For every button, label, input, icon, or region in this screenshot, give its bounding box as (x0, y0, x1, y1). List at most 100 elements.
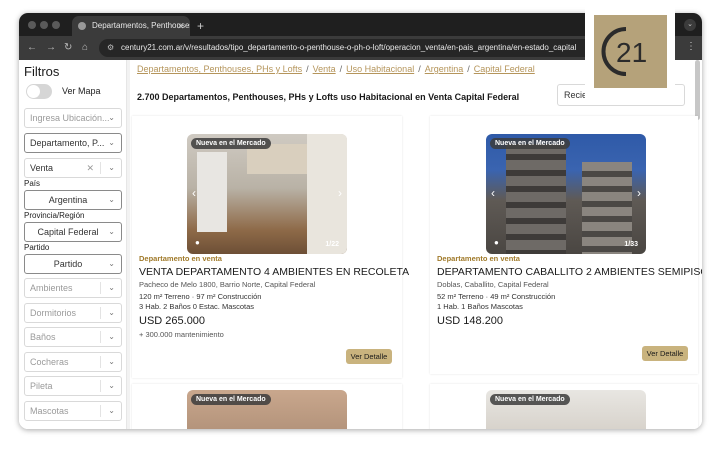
main-scrollbar[interactable] (695, 60, 700, 120)
photo-counter: 1/22 (325, 241, 339, 248)
partido-label: Partido (24, 243, 50, 252)
chevron-down-icon: ⌄ (108, 381, 115, 390)
prev-photo-icon[interactable]: ‹ (192, 186, 196, 200)
ver-detalle-button[interactable]: Ver Detalle (346, 349, 392, 364)
listing-features: 3 Hab. 2 Baños 0 Estac. Mascotas (139, 302, 255, 311)
country-select[interactable]: Argentina ⌄ (24, 190, 122, 210)
breadcrumb-item[interactable]: Argentina (425, 64, 464, 74)
new-listing-badge: Nueva en el Mercado (191, 138, 271, 149)
menu-icon[interactable]: ⋮ (686, 41, 696, 52)
next-photo-icon[interactable]: › (637, 186, 641, 200)
cocheras-select[interactable]: Cocheras ⌄ (24, 352, 122, 372)
partido-select[interactable]: Partido ⌄ (24, 254, 122, 274)
breadcrumb-item[interactable]: Capital Federal (474, 64, 535, 74)
location-pin-icon[interactable]: ● (494, 238, 499, 247)
logo-square: 21 (594, 15, 667, 88)
province-select[interactable]: Capital Federal ⌄ (24, 222, 122, 242)
listing-card[interactable]: Nueva en el Mercado ‹ › ● 1/22 Departame… (132, 116, 409, 378)
maximize-window-button[interactable] (52, 21, 60, 29)
listing-title[interactable]: DEPARTAMENTO CABALLITO 2 AMBIENTES SEMIP… (437, 266, 702, 278)
tab-title: Departamentos, Penthouses, (92, 21, 190, 30)
property-type-value: Departamento, P... (30, 138, 105, 148)
divider (100, 307, 101, 319)
banos-label: Baños (30, 332, 56, 342)
cocheras-label: Cocheras (30, 357, 69, 367)
next-photo-icon[interactable]: › (338, 186, 342, 200)
listing-address: Pacheco de Melo 1800, Barrio Norte, Capi… (139, 280, 316, 289)
location-placeholder: Ingresa Ubicación... (30, 113, 110, 123)
chevron-down-icon: ⌄ (108, 357, 115, 366)
ver-detalle-button[interactable]: Ver Detalle (642, 346, 688, 361)
pileta-select[interactable]: Pileta ⌄ (24, 376, 122, 396)
breadcrumb-item[interactable]: Uso Habitacional (346, 64, 414, 74)
minimize-window-button[interactable] (40, 21, 48, 29)
c21-mark-icon: 21 (601, 27, 647, 76)
clear-icon[interactable]: ✕ (86, 159, 94, 177)
filters-sidebar: Filtros Ver Mapa Ingresa Ubicación... ⌄ … (19, 60, 127, 429)
listing-photo[interactable]: Nueva en el Mercado (187, 390, 347, 429)
reload-icon[interactable]: ↻ (64, 40, 72, 56)
new-listing-badge: Nueva en el Mercado (490, 394, 570, 405)
chevron-down-icon: ⌄ (108, 406, 115, 415)
badge-text: Nueva en el Mercado (495, 140, 565, 147)
listing-measures: 120 m² Terreno · 97 m² Construcción (139, 292, 262, 301)
province-value: Capital Federal (37, 227, 99, 237)
chevron-down-icon: ⌄ (108, 227, 115, 236)
badge-text: Nueva en el Mercado (196, 396, 266, 403)
location-pin-icon[interactable]: ● (195, 238, 200, 247)
chevron-down-icon: ⌄ (108, 332, 115, 341)
location-input[interactable]: Ingresa Ubicación... ⌄ (24, 108, 122, 128)
breadcrumb-separator: / (306, 64, 309, 74)
site-info-icon[interactable]: ⚙ (107, 39, 114, 57)
listing-card[interactable]: Nueva en el Mercado ‹ › ● 1/33 Departame… (430, 116, 702, 374)
photo-counter: 1/33 (624, 241, 638, 248)
address-bar[interactable]: ⚙ century21.com.ar/v/resultados/tipo_dep… (99, 39, 619, 57)
forward-icon[interactable]: → (46, 40, 56, 56)
new-tab-icon[interactable]: + (197, 16, 204, 36)
partido-value: Partido (53, 259, 83, 269)
browser-tab[interactable]: Departamentos, Penthouses, (72, 16, 190, 36)
chevron-down-icon: ⌄ (108, 138, 115, 147)
breadcrumb-separator: / (467, 64, 470, 74)
chevron-down-icon: ⌄ (108, 308, 115, 317)
operation-select[interactable]: Venta ✕ ⌄ (24, 158, 122, 178)
url-text: century21.com.ar/v/resultados/tipo_depar… (121, 43, 577, 52)
listing-photo[interactable]: Nueva en el Mercado (486, 390, 646, 429)
sort-value: Recie (564, 90, 588, 100)
ambientes-select[interactable]: Ambientes ⌄ (24, 278, 122, 298)
close-window-button[interactable] (28, 21, 36, 29)
listing-card[interactable]: Nueva en el Mercado (132, 384, 402, 429)
new-listing-badge: Nueva en el Mercado (490, 138, 570, 149)
svg-text:21: 21 (616, 37, 647, 68)
back-icon[interactable]: ← (27, 40, 37, 56)
breadcrumb: Departamentos, Penthouses, PHs y Lofts / V… (137, 64, 535, 74)
listing-photo[interactable]: Nueva en el Mercado ‹ › ● 1/33 (486, 134, 646, 254)
breadcrumb-item[interactable]: Venta (313, 64, 336, 74)
results-main: Departamentos, Penthouses, PHs y Lofts / V… (130, 60, 702, 429)
ambientes-label: Ambientes (30, 283, 73, 293)
country-label: País (24, 179, 41, 188)
chevron-down-icon: ⌄ (108, 113, 115, 122)
mascotas-label: Mascotas (30, 406, 69, 416)
prev-photo-icon[interactable]: ‹ (491, 186, 495, 200)
divider (100, 162, 101, 174)
dormitorios-select[interactable]: Dormitorios ⌄ (24, 303, 122, 323)
property-type-select[interactable]: Departamento, P... ⌄ (24, 133, 122, 153)
breadcrumb-item[interactable]: Departamentos, Penthouses, PHs y Lofts (137, 64, 302, 74)
listing-title[interactable]: VENTA DEPARTAMENTO 4 AMBIENTES EN RECOLE… (139, 266, 409, 278)
listing-maintenance: + 300.000 mantenimiento (139, 330, 224, 339)
mascotas-select[interactable]: Mascotas ⌄ (24, 401, 122, 421)
map-toggle[interactable] (26, 84, 52, 99)
home-icon[interactable]: ⌂ (82, 40, 88, 56)
century21-logo: 21 (585, 5, 675, 101)
dormitorios-label: Dormitorios (30, 308, 77, 318)
listing-photo[interactable]: Nueva en el Mercado ‹ › ● 1/22 (187, 134, 347, 254)
banos-select[interactable]: Baños ⌄ (24, 327, 122, 347)
pileta-label: Pileta (30, 381, 53, 391)
listing-address: Doblas, Caballito, Capital Federal (437, 280, 549, 289)
close-tab-icon[interactable]: ✕ (177, 16, 185, 36)
fridge-shape (197, 152, 227, 232)
badge-text: Nueva en el Mercado (495, 396, 565, 403)
listing-card[interactable]: Nueva en el Mercado (430, 384, 698, 429)
tab-search-icon[interactable]: ⌄ (684, 19, 696, 31)
